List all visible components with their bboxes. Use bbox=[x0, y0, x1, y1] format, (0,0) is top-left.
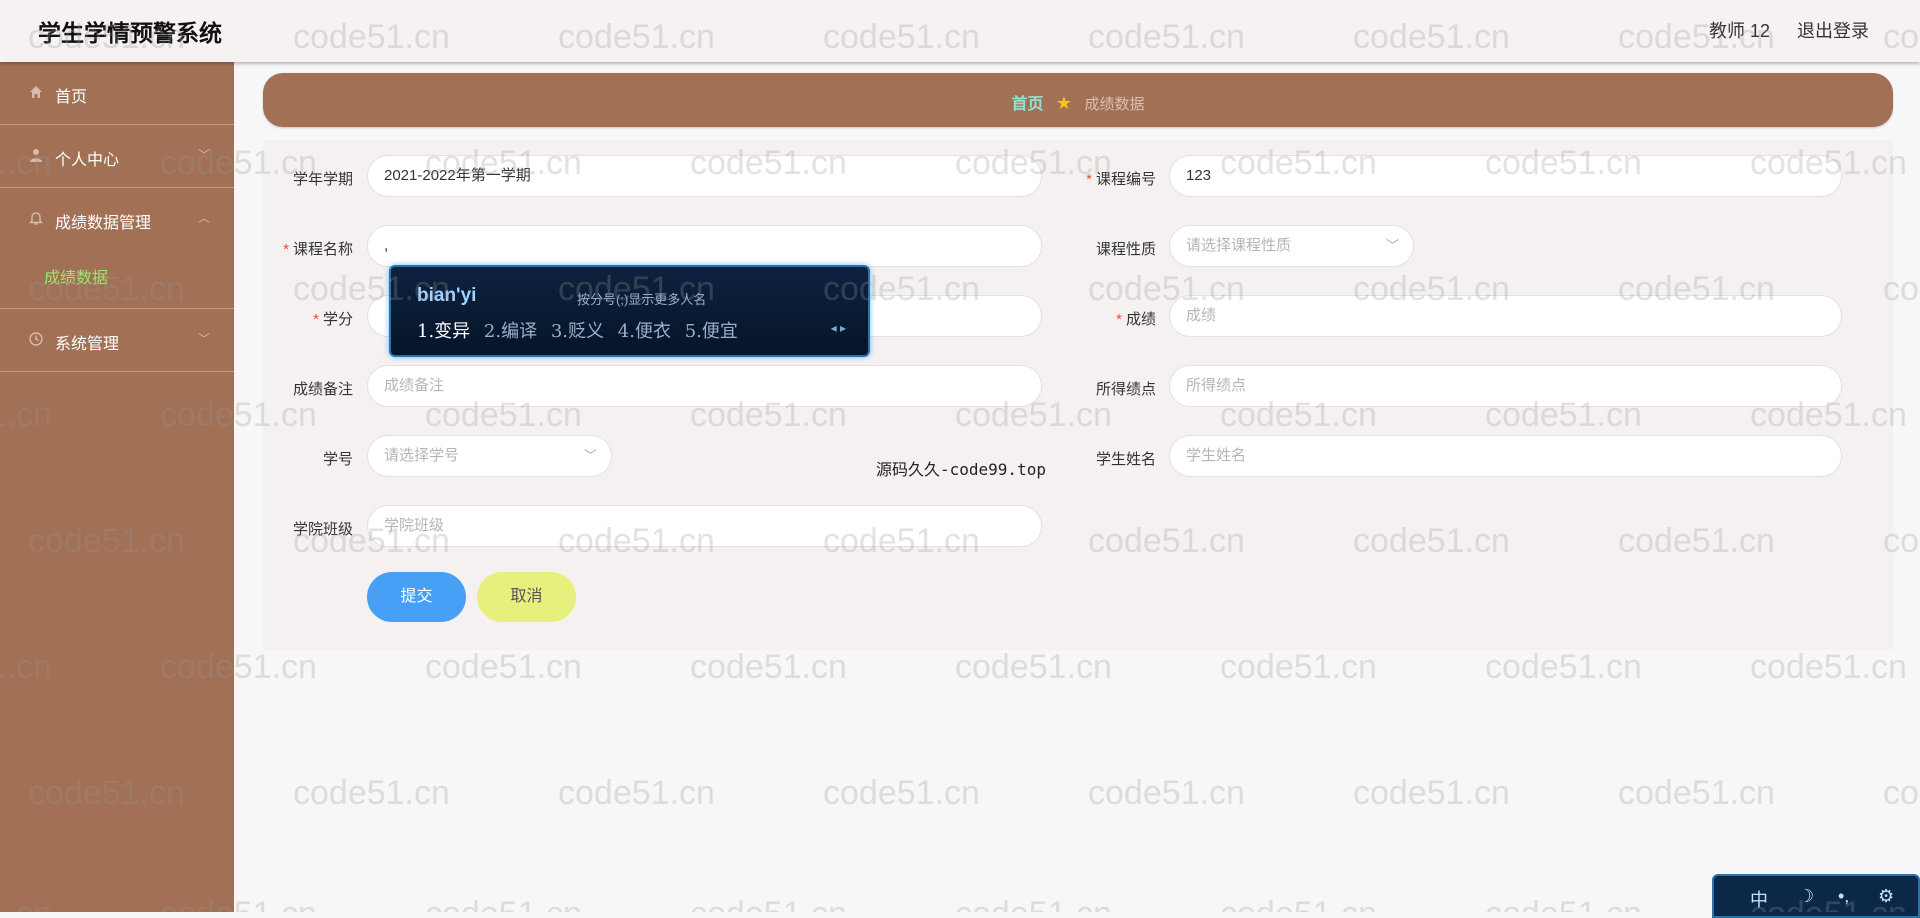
moon-icon[interactable]: ☽ bbox=[1798, 886, 1814, 907]
sidebar-subitem-label: 成绩数据 bbox=[44, 270, 109, 287]
chevron-down-icon: ﹀ bbox=[197, 332, 210, 346]
course-code-label: * 课程编号 bbox=[1086, 171, 1156, 188]
chevron-down-icon: ﹀ bbox=[1385, 238, 1399, 253]
watermark-text: code51.cn bbox=[293, 774, 450, 812]
ime-candidate[interactable]: 5.便宜 bbox=[685, 321, 738, 342]
ime-page-arrows-icon[interactable]: ◂ ▸ bbox=[831, 321, 846, 335]
gear-icon[interactable]: ⚙ bbox=[1878, 886, 1894, 907]
chevron-down-icon: ﹀ bbox=[197, 148, 210, 162]
gpa-input[interactable]: 所得绩点 bbox=[1169, 365, 1842, 407]
sidebar-item-label: 个人中心 bbox=[55, 152, 120, 169]
sidebar-group-score-management: 成绩数据管理 ︿ 成绩数据 bbox=[0, 188, 234, 309]
sidebar-subitem-score-data[interactable]: 成绩数据 bbox=[0, 250, 234, 308]
breadcrumb-home[interactable]: 首页 bbox=[1011, 96, 1043, 113]
course-type-label: 课程性质 bbox=[1095, 241, 1156, 258]
ime-candidate-popup: bian'yi 按分号(;)显示更多人名 1.变异 2.编译 3.贬义 4.便衣… bbox=[389, 265, 870, 357]
student-no-select[interactable]: 请选择学号 ﹀ bbox=[367, 435, 612, 477]
submit-button[interactable]: 提交 bbox=[367, 572, 466, 622]
app-title: 学生学情预警系统 bbox=[38, 20, 222, 46]
watermark-text: code51.cn bbox=[823, 774, 980, 812]
watermark-text: code51.cn bbox=[558, 774, 715, 812]
sidebar-item-score-management[interactable]: 成绩数据管理 ︿ bbox=[0, 188, 234, 250]
chevron-up-icon: ︿ bbox=[197, 211, 210, 225]
sidebar-item-system-management[interactable]: 系统管理 ﹀ bbox=[0, 309, 234, 372]
ime-candidate[interactable]: 1.变异 bbox=[417, 321, 470, 342]
class-label: 学院班级 bbox=[292, 521, 353, 538]
sidebar-item-label: 系统管理 bbox=[55, 336, 120, 353]
watermark-text: code51.cn bbox=[955, 895, 1112, 912]
breadcrumb-current: 成绩数据 bbox=[1084, 96, 1145, 113]
ime-pinyin: bian'yi bbox=[417, 285, 477, 306]
overlay-watermark-text: 源码久久-code99.top bbox=[876, 460, 1046, 479]
watermark-text: code51.cn bbox=[1485, 895, 1642, 912]
ime-candidate[interactable]: 3.贬义 bbox=[551, 321, 604, 342]
watermark-text: code51.cn bbox=[955, 648, 1112, 686]
watermark-text: code51.cn bbox=[1353, 774, 1510, 812]
watermark-text: code51.cn bbox=[1750, 648, 1907, 686]
class-input[interactable]: 学院班级 bbox=[367, 505, 1042, 547]
course-name-input[interactable]: , bbox=[367, 225, 1042, 267]
chevron-down-icon: ﹀ bbox=[583, 448, 597, 463]
logout-link[interactable]: 退出登录 bbox=[1797, 17, 1869, 43]
watermark-text: code51.cn bbox=[690, 895, 847, 912]
sidebar-item-home[interactable]: 首页 bbox=[0, 62, 234, 125]
sidebar-item-label: 成绩数据管理 bbox=[55, 215, 152, 232]
score-input[interactable]: 成绩 bbox=[1169, 295, 1842, 337]
watermark-text: code51.cn bbox=[425, 895, 582, 912]
credit-label: * 学分 bbox=[313, 311, 353, 328]
current-user: 教师 12 bbox=[1708, 21, 1770, 41]
semester-label: 学年学期 bbox=[292, 171, 353, 188]
watermark-text: code51.cn bbox=[1618, 774, 1775, 812]
ime-candidates: 1.变异 2.编译 3.贬义 4.便衣 5.便宜 bbox=[417, 317, 738, 343]
watermark-text: code51.cn bbox=[425, 648, 582, 686]
course-type-select[interactable]: 请选择课程性质 ﹀ bbox=[1169, 225, 1414, 267]
sidebar: 首页 个人中心 ﹀ 成绩数据管理 ︿ 成绩数据 系统管理 ﹀ bbox=[0, 62, 234, 912]
watermark-text: code51.cn bbox=[1220, 648, 1377, 686]
gpa-label: 所得绩点 bbox=[1095, 381, 1156, 398]
punctuation-icon[interactable]: •, bbox=[1838, 886, 1849, 907]
clock-icon bbox=[26, 329, 46, 349]
watermark-text: code51.cn bbox=[690, 648, 847, 686]
breadcrumb: 首页 ★ 成绩数据 bbox=[263, 73, 1893, 127]
user-icon bbox=[26, 145, 46, 165]
watermark-text: code51.cn bbox=[1485, 648, 1642, 686]
sidebar-item-label: 首页 bbox=[55, 89, 88, 106]
remark-label: 成绩备注 bbox=[292, 381, 353, 398]
course-code-input[interactable]: 123 bbox=[1169, 155, 1842, 197]
cancel-button[interactable]: 取消 bbox=[477, 572, 576, 622]
student-no-label: 学号 bbox=[322, 451, 353, 468]
sidebar-item-personal-center[interactable]: 个人中心 ﹀ bbox=[0, 125, 234, 188]
semester-input[interactable]: 2021-2022年第一学期 bbox=[367, 155, 1042, 197]
student-name-input[interactable]: 学生姓名 bbox=[1169, 435, 1842, 477]
ime-candidate[interactable]: 4.便衣 bbox=[618, 321, 671, 342]
ime-candidate[interactable]: 2.编译 bbox=[484, 321, 537, 342]
course-type-placeholder: 请选择课程性质 bbox=[1186, 237, 1292, 254]
home-icon bbox=[26, 82, 46, 102]
watermark-text: code51.cn bbox=[1220, 895, 1377, 912]
remark-input[interactable]: 成绩备注 bbox=[367, 365, 1042, 407]
star-icon: ★ bbox=[1055, 93, 1073, 113]
watermark-text: code51.cn bbox=[1883, 774, 1920, 812]
ime-hint: 按分号(;)显示更多人名 bbox=[577, 292, 707, 307]
score-label: * 成绩 bbox=[1116, 311, 1156, 328]
ime-mode-label[interactable]: 中 bbox=[1750, 886, 1768, 912]
watermark-text: code51.cn bbox=[1088, 774, 1245, 812]
student-name-label: 学生姓名 bbox=[1095, 451, 1156, 468]
ime-toolbar: 中 ☽ •, ⚙ bbox=[1712, 874, 1920, 918]
top-header: 学生学情预警系统 教师 12 退出登录 bbox=[0, 0, 1920, 62]
student-no-placeholder: 请选择学号 bbox=[384, 447, 460, 464]
course-name-label: * 课程名称 bbox=[283, 241, 353, 258]
bell-icon bbox=[26, 208, 46, 228]
